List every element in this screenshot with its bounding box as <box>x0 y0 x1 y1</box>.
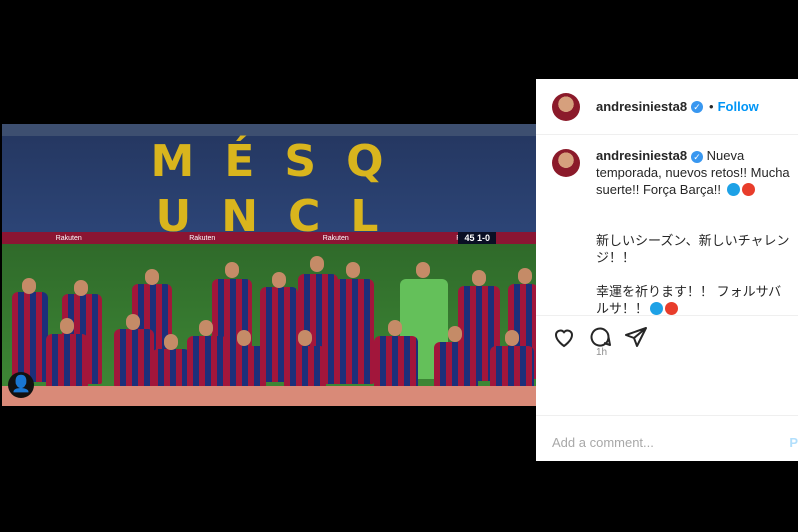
player-head <box>388 320 402 336</box>
caption-avatar[interactable] <box>552 149 580 177</box>
comment-divider <box>536 415 798 416</box>
player <box>187 336 227 388</box>
heart-icon[interactable] <box>552 325 576 349</box>
stand-lettering: M É S Q U N C L <box>2 136 536 242</box>
stand-letter: É <box>224 136 259 187</box>
banner-sponsor: Rakuten <box>189 234 216 242</box>
paper-plane-icon[interactable] <box>624 325 648 349</box>
action-bar <box>552 325 648 349</box>
verified-badge-icon: ✓ <box>691 151 704 163</box>
player-head <box>472 270 486 286</box>
player <box>224 346 266 388</box>
player <box>284 346 326 388</box>
blue-circle-emoji-icon <box>726 183 740 196</box>
separator-dot: • <box>709 99 714 114</box>
player <box>374 336 418 388</box>
player-head <box>237 330 251 346</box>
banner-sponsor: Rakuten <box>322 234 349 242</box>
post-header: andresiniesta8 ✓ • Follow <box>536 79 798 135</box>
player-head <box>225 262 239 278</box>
player-head <box>310 256 324 272</box>
comment-bubble-icon[interactable] <box>588 325 612 349</box>
red-circle-emoji-icon <box>741 183 755 196</box>
banner-sponsor: Rakuten <box>55 234 82 242</box>
comment-input[interactable]: Add a comment... <box>552 435 654 450</box>
blue-circle-emoji-icon <box>650 302 664 315</box>
stand-letter: M <box>150 136 199 187</box>
post-photo[interactable]: M É S Q U N C L Rakuten Rakuten Rakuten … <box>2 124 536 406</box>
caption-jp-line-1: 新しいシーズン、新しいチャレンジ！！ <box>596 233 790 265</box>
player <box>334 279 374 384</box>
caption-text-jp: 新しいシーズン、新しいチャレンジ！！ 幸運を祈ります！！ フォルサバルサ！！ <box>596 215 792 334</box>
player-head <box>505 330 519 346</box>
player <box>114 329 154 387</box>
player-head <box>22 278 36 294</box>
led-banner: Rakuten Rakuten Rakuten Rakuten <box>2 232 536 244</box>
player <box>12 292 48 382</box>
user-tag-button[interactable]: 👤 <box>8 372 34 398</box>
player <box>434 342 478 388</box>
post-comment-button[interactable]: P <box>789 435 798 450</box>
player-head <box>126 314 140 330</box>
player <box>46 334 88 389</box>
player-head <box>145 269 159 285</box>
player <box>152 349 190 389</box>
stand-letter: S <box>284 136 321 187</box>
advertising-board <box>2 386 536 406</box>
verified-badge-icon: ✓ <box>691 100 704 113</box>
avatar[interactable] <box>552 92 580 121</box>
caption-jp-line-2: 幸運を祈ります！！ フォルサバルサ！！ <box>596 284 782 316</box>
follow-button[interactable]: Follow <box>718 99 759 114</box>
caption-username[interactable]: andresiniesta8 <box>596 148 687 163</box>
red-circle-emoji-icon <box>665 302 679 315</box>
stadium-stands: M É S Q U N C L <box>2 124 536 244</box>
player-head <box>199 320 213 336</box>
player-head <box>298 330 312 346</box>
player <box>490 346 534 388</box>
stand-letter: Q <box>346 136 388 187</box>
actions-divider <box>536 315 798 316</box>
stadium-roof <box>2 124 536 136</box>
player-head <box>272 272 286 288</box>
user-tag-icon: 👤 <box>11 376 31 393</box>
post-sidebar: andresiniesta8 ✓ • Follow andresiniesta8… <box>536 79 798 461</box>
player-head <box>416 262 430 278</box>
player-head <box>60 318 74 334</box>
player-head <box>346 262 360 278</box>
scoreboard: 45 1-0 <box>458 232 496 244</box>
username-link[interactable]: andresiniesta8 <box>596 99 687 114</box>
player-head <box>74 280 88 296</box>
player-head <box>518 268 532 284</box>
player-head <box>448 326 462 342</box>
player-head <box>164 334 178 350</box>
